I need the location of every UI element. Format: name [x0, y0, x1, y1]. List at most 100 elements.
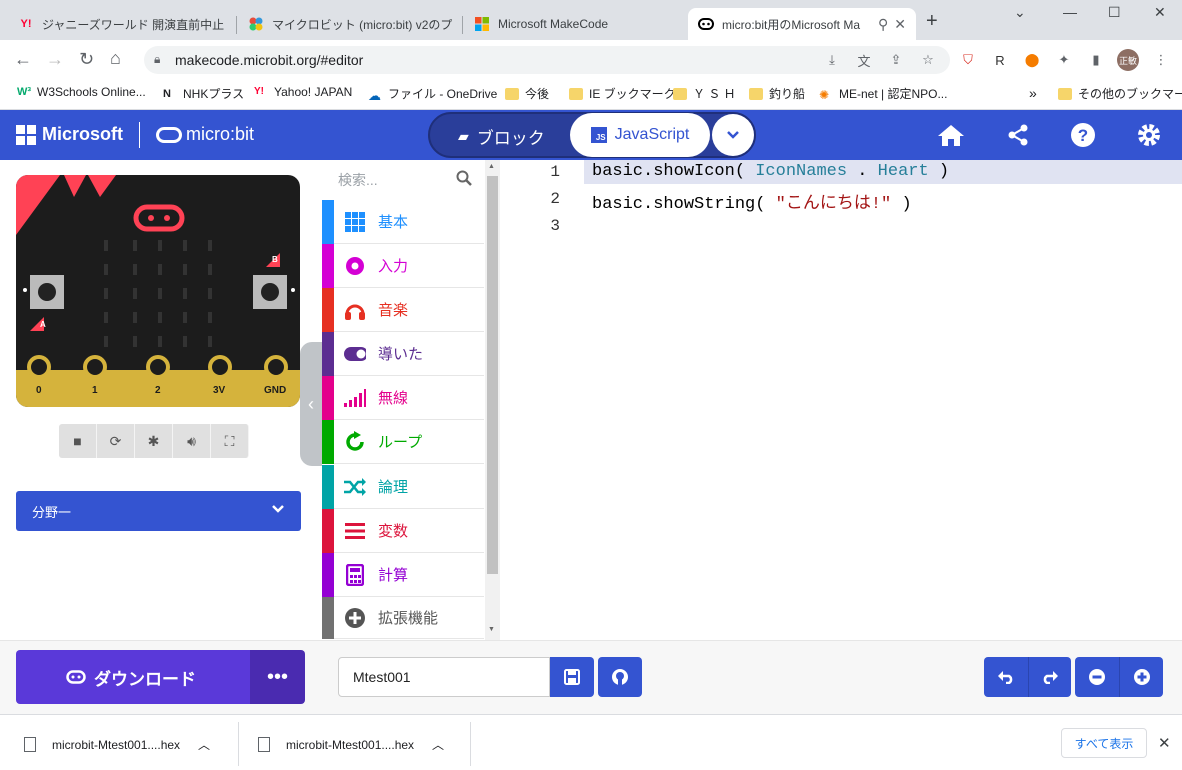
- github-icon[interactable]: [598, 657, 642, 697]
- button-b-label: B: [272, 255, 278, 264]
- category-extensions[interactable]: 拡張機能: [322, 596, 484, 639]
- undo-icon[interactable]: [984, 657, 1028, 697]
- chevron-up-icon[interactable]: ︿: [432, 736, 444, 753]
- extension-orange-icon[interactable]: ⬤: [1023, 51, 1041, 69]
- close-tab-icon[interactable]: ✕: [894, 16, 906, 33]
- sound-icon[interactable]: 🔊︎: [173, 424, 211, 458]
- category-loops[interactable]: ループ: [322, 419, 484, 464]
- show-all-downloads-button[interactable]: すべて表示: [1061, 728, 1147, 758]
- category-logic[interactable]: 論理: [322, 464, 484, 509]
- zoom-in-icon[interactable]: [1119, 657, 1163, 697]
- bookmark-folder[interactable]: その他のブックマーク: [1058, 85, 1182, 102]
- browser-tab-4-active[interactable]: micro:bit用のMicrosoft Ma ⚲ ✕: [688, 8, 916, 40]
- puzzle-icon[interactable]: ✦: [1055, 51, 1073, 69]
- stop-icon[interactable]: ■: [59, 424, 97, 458]
- reload-icon[interactable]: ↻: [79, 49, 94, 70]
- category-math[interactable]: 計算: [322, 552, 484, 597]
- bookmark-item[interactable]: N NHKプラス: [163, 85, 244, 102]
- language-dropdown-chevron-icon[interactable]: [712, 114, 754, 156]
- onedrive-cloud-icon: ☁: [368, 87, 381, 103]
- back-arrow-icon[interactable]: ←: [14, 49, 32, 70]
- puzzle-piece-icon: ▰: [458, 128, 469, 144]
- bookmark-item[interactable]: ✺ ME-net | 認定NPO...: [819, 85, 947, 102]
- restart-icon[interactable]: ⟳: [97, 424, 135, 458]
- home-icon[interactable]: [936, 122, 966, 148]
- debug-bug-icon[interactable]: ✱: [135, 424, 173, 458]
- pin-icon[interactable]: ⚲: [878, 16, 888, 33]
- search-icon[interactable]: [456, 170, 472, 190]
- lock-icon[interactable]: 🔒︎: [154, 52, 160, 67]
- zoom-out-icon[interactable]: [1075, 657, 1119, 697]
- download-more-button[interactable]: •••: [250, 650, 305, 704]
- pin-gnd[interactable]: [264, 355, 288, 379]
- pin-1[interactable]: [83, 355, 107, 379]
- bookmark-item[interactable]: Y! Yahoo! JAPAN: [254, 85, 352, 99]
- header-divider: [139, 122, 140, 148]
- chevron-up-icon[interactable]: ︿: [198, 736, 210, 753]
- sidepanel-icon[interactable]: ▮: [1087, 51, 1105, 69]
- bookmark-item[interactable]: ☁ ファイル - OneDrive: [368, 85, 497, 103]
- calculator-icon: [344, 563, 366, 586]
- home-icon[interactable]: ⌂: [110, 48, 121, 69]
- category-music[interactable]: 音楽: [322, 287, 484, 332]
- code-line-2[interactable]: basic.showString( "こんにちは!" ): [592, 188, 912, 214]
- bookmark-item[interactable]: W³ W3Schools Online...: [17, 85, 146, 99]
- url-text[interactable]: makecode.microbit.org/#editor: [175, 52, 363, 68]
- browser-tab-1[interactable]: Y! ジャニーズワールド 開演直前中止 -: [8, 8, 234, 40]
- category-basic[interactable]: 基本: [322, 199, 484, 244]
- maximize-icon[interactable]: ☐: [1108, 4, 1121, 21]
- blocks-tab[interactable]: ▰ ブロック: [458, 124, 545, 149]
- help-icon[interactable]: ?: [1068, 122, 1098, 148]
- microbit-board[interactable]: 0 1 2 3V GND A B: [16, 175, 300, 407]
- category-dropdown[interactable]: 分野一: [16, 491, 301, 531]
- category-input[interactable]: 入力: [322, 243, 484, 288]
- download-item[interactable]: microbit-Mtest001....hex ︿: [258, 736, 444, 753]
- bookmark-folder[interactable]: 釣り船: [749, 85, 805, 102]
- more-bookmarks-icon[interactable]: »: [1029, 85, 1037, 101]
- kebab-menu-icon[interactable]: ⋮: [1152, 51, 1170, 69]
- new-tab-icon[interactable]: +: [926, 10, 938, 33]
- minimize-icon[interactable]: —: [1063, 4, 1077, 20]
- forward-arrow-icon[interactable]: →: [46, 49, 64, 70]
- translate-icon[interactable]: 文: [855, 51, 873, 69]
- save-icon[interactable]: [550, 657, 594, 697]
- pin-0[interactable]: [27, 355, 51, 379]
- scroll-up-arrow-icon[interactable]: ▲: [488, 163, 495, 170]
- profile-avatar[interactable]: 正敏: [1117, 49, 1139, 71]
- extension-rw-icon[interactable]: R: [991, 51, 1009, 69]
- download-button[interactable]: ダウンロード: [16, 650, 250, 704]
- star-icon[interactable]: ☆: [919, 51, 937, 69]
- microsoft-logo[interactable]: Microsoft: [16, 124, 123, 145]
- project-name-input[interactable]: [338, 657, 550, 697]
- code-editor[interactable]: [500, 160, 1182, 640]
- bookmark-folder[interactable]: 今後: [505, 85, 549, 102]
- toolbox-search-input[interactable]: 検索...: [322, 160, 484, 200]
- browser-tab-2[interactable]: マイクロビット (micro:bit) v2のプロ: [238, 8, 462, 40]
- share-icon[interactable]: [1003, 122, 1033, 148]
- pin-2[interactable]: [146, 355, 170, 379]
- yahoo-icon: Y!: [254, 86, 264, 97]
- toolbox-scrollbar-thumb[interactable]: [487, 176, 498, 574]
- extension-shield-icon[interactable]: ⛉: [959, 51, 977, 69]
- install-icon[interactable]: ⤓: [823, 51, 841, 69]
- scroll-down-arrow-icon[interactable]: ▼: [488, 626, 495, 633]
- pin-3v[interactable]: [208, 355, 232, 379]
- browser-tab-3[interactable]: Microsoft MakeCode: [464, 8, 686, 40]
- redo-icon[interactable]: [1028, 657, 1071, 697]
- bookmark-folder[interactable]: IE ブックマーク: [569, 85, 676, 102]
- code-line-1[interactable]: basic.showIcon( IconNames . Heart ): [592, 162, 949, 181]
- category-radio[interactable]: 無線: [322, 375, 484, 420]
- category-variables[interactable]: 変数: [322, 508, 484, 553]
- fullscreen-icon[interactable]: ⛶: [211, 424, 249, 458]
- collapse-simulator-chevron-icon[interactable]: ‹: [300, 342, 322, 466]
- gear-icon[interactable]: [1134, 122, 1164, 148]
- close-downloads-icon[interactable]: ✕: [1158, 734, 1171, 752]
- chevron-down-icon[interactable]: ⌄: [1014, 4, 1026, 21]
- bookmark-folder[interactable]: Ｙ Ｓ Ｈ: [673, 85, 736, 102]
- share-icon[interactable]: ⇪: [887, 51, 905, 69]
- category-led[interactable]: 導いた: [322, 331, 484, 376]
- download-item[interactable]: microbit-Mtest001....hex ︿: [24, 736, 210, 753]
- javascript-tab[interactable]: JS JavaScript: [570, 113, 710, 157]
- close-window-icon[interactable]: ✕: [1154, 4, 1166, 21]
- microbit-logo[interactable]: micro:bit: [156, 124, 254, 145]
